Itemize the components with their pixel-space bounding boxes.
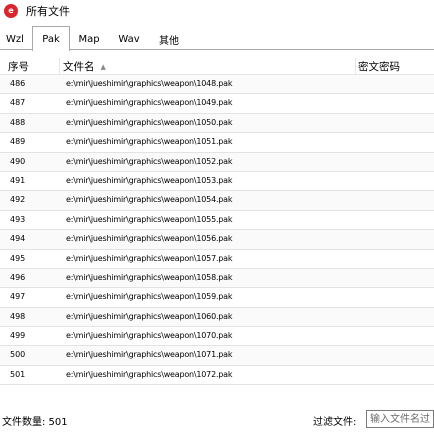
row-filename: e:\mir\jueshimir\graphics\weapon\1059.pa… — [66, 292, 233, 302]
table-row[interactable]: 496 e:\mir\jueshimir\graphics\weapon\1058… — [0, 268, 434, 289]
tab-pak[interactable]: Pak — [32, 26, 70, 51]
row-index: 498 — [10, 311, 26, 321]
row-filename: e:\mir\jueshimir\graphics\weapon\1058.pa… — [66, 272, 233, 282]
row-index: 493 — [10, 214, 26, 224]
column-header-index[interactable]: 序号 — [8, 59, 29, 74]
title-bar: e 所有文件 — [0, 0, 434, 22]
row-filename: e:\mir\jueshimir\graphics\weapon\1049.pa… — [66, 98, 233, 108]
row-index: 488 — [10, 117, 26, 127]
column-header-filename[interactable]: 文件名 ▲ — [63, 59, 106, 74]
status-bar: 文件数量: 501 过滤文件: — [0, 408, 434, 430]
file-count: 文件数量: 501 — [2, 417, 68, 428]
row-filename: e:\mir\jueshimir\graphics\weapon\1071.pa… — [66, 350, 233, 360]
row-index: 490 — [10, 156, 26, 166]
row-filename: e:\mir\jueshimir\graphics\weapon\1051.pa… — [66, 137, 233, 147]
row-index: 491 — [10, 175, 26, 185]
column-divider[interactable] — [59, 58, 60, 75]
window-title: 所有文件 — [26, 5, 70, 18]
sort-ascending-icon: ▲ — [100, 63, 106, 71]
row-filename: e:\mir\jueshimir\graphics\weapon\1072.pa… — [66, 369, 233, 379]
row-index: 494 — [10, 234, 26, 244]
table-row[interactable]: 501 e:\mir\jueshimir\graphics\weapon\1072… — [0, 366, 434, 386]
table-row[interactable]: 489 e:\mir\jueshimir\graphics\weapon\1051… — [0, 133, 434, 153]
table-row[interactable]: 493 e:\mir\jueshimir\graphics\weapon\1055… — [0, 211, 434, 231]
table-row[interactable]: 490 e:\mir\jueshimir\graphics\weapon\1052… — [0, 152, 434, 172]
file-list: 486 e:\mir\jueshimir\graphics\weapon\1048… — [0, 75, 434, 386]
row-index: 487 — [10, 98, 26, 108]
table-row[interactable]: 491 e:\mir\jueshimir\graphics\weapon\1053… — [0, 172, 434, 192]
table-row[interactable]: 487 e:\mir\jueshimir\graphics\weapon\1049… — [0, 94, 434, 114]
table-row[interactable]: 494 e:\mir\jueshimir\graphics\weapon\1056… — [0, 230, 434, 250]
filter-label: 过滤文件: — [313, 417, 357, 428]
row-index: 497 — [10, 292, 26, 302]
tab-wzl[interactable]: Wzl — [0, 29, 30, 50]
row-filename: e:\mir\jueshimir\graphics\weapon\1056.pa… — [66, 234, 233, 244]
column-divider[interactable] — [355, 58, 356, 75]
table-header: 序号 文件名 ▲ 密文密码 — [0, 58, 434, 75]
row-index: 489 — [10, 137, 26, 147]
row-index: 492 — [10, 195, 26, 205]
row-index: 501 — [10, 369, 26, 379]
tab-wav[interactable]: Wav — [112, 29, 146, 50]
row-filename: e:\mir\jueshimir\graphics\weapon\1055.pa… — [66, 214, 233, 224]
row-index: 495 — [10, 253, 26, 263]
row-index: 486 — [10, 79, 26, 88]
table-row[interactable]: 488 e:\mir\jueshimir\graphics\weapon\1050… — [0, 113, 434, 134]
row-filename: e:\mir\jueshimir\graphics\weapon\1070.pa… — [66, 331, 233, 341]
app-logo-icon: e — [4, 4, 18, 18]
row-index: 496 — [10, 272, 26, 282]
row-index: 499 — [10, 331, 26, 341]
row-index: 500 — [10, 350, 26, 360]
tab-other[interactable]: 其他 — [152, 29, 186, 50]
table-row[interactable]: 495 e:\mir\jueshimir\graphics\weapon\1057… — [0, 250, 434, 269]
column-header-password[interactable]: 密文密码 — [358, 59, 400, 74]
row-filename: e:\mir\jueshimir\graphics\weapon\1050.pa… — [66, 117, 233, 127]
table-row[interactable]: 492 e:\mir\jueshimir\graphics\weapon\1054… — [0, 191, 434, 211]
row-filename: e:\mir\jueshimir\graphics\weapon\1052.pa… — [66, 156, 233, 166]
table-row[interactable]: 498 e:\mir\jueshimir\graphics\weapon\1060… — [0, 307, 434, 328]
row-filename: e:\mir\jueshimir\graphics\weapon\1057.pa… — [66, 253, 233, 263]
row-filename: e:\mir\jueshimir\graphics\weapon\1054.pa… — [66, 195, 233, 205]
row-filename: e:\mir\jueshimir\graphics\weapon\1048.pa… — [66, 79, 233, 88]
filter-input[interactable] — [366, 410, 434, 428]
row-filename: e:\mir\jueshimir\graphics\weapon\1060.pa… — [66, 311, 233, 321]
table-row[interactable]: 500 e:\mir\jueshimir\graphics\weapon\1071… — [0, 346, 434, 366]
tab-map[interactable]: Map — [72, 29, 106, 50]
table-row[interactable]: 499 e:\mir\jueshimir\graphics\weapon\1070… — [0, 327, 434, 347]
tab-bar: Wzl Pak Map Wav 其他 — [0, 26, 434, 51]
row-filename: e:\mir\jueshimir\graphics\weapon\1053.pa… — [66, 175, 233, 185]
table-row[interactable]: 497 e:\mir\jueshimir\graphics\weapon\1059… — [0, 288, 434, 308]
table-row[interactable]: 486 e:\mir\jueshimir\graphics\weapon\1048… — [0, 75, 434, 95]
